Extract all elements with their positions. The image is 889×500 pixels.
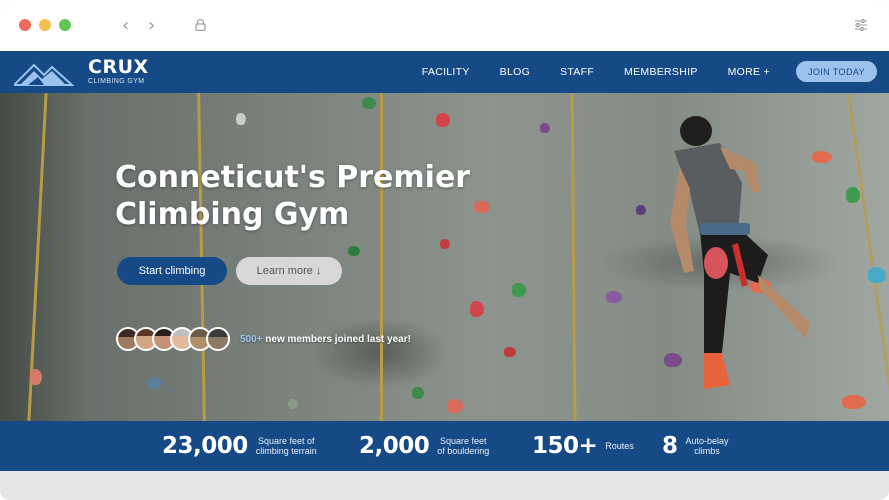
- climbing-hold: [540, 123, 550, 133]
- stat-bouldering: 2,000 Square feet of bouldering: [359, 421, 489, 471]
- nav-item-membership[interactable]: MEMBERSHIP: [624, 66, 698, 78]
- rope: [847, 94, 889, 420]
- stat-terrain: 23,000 Square feet of climbing terrain: [162, 421, 317, 471]
- hero-headline-line-2: Climbing Gym: [115, 197, 350, 232]
- close-window-button[interactable]: [19, 19, 31, 31]
- stat-label-line: climbs: [694, 446, 720, 456]
- nav-item-facility[interactable]: FACILITY: [422, 66, 470, 78]
- stat-label: Square feet of climbing terrain: [256, 436, 317, 456]
- climber-figure: [670, 116, 810, 389]
- climbing-hold: [412, 387, 424, 399]
- stat-label-line: Routes: [605, 441, 634, 451]
- stat-value: 2,000: [359, 433, 430, 459]
- climbing-hold: [148, 377, 162, 389]
- next-section-strip: [0, 471, 889, 500]
- browser-window: ‹ › CRUX CLIMBING GYM FACILITY BLOG STAF…: [0, 0, 889, 500]
- members-count: 500+: [240, 334, 263, 345]
- stat-label-line: climbing terrain: [255, 446, 317, 456]
- stat-value: 8: [662, 433, 678, 459]
- climbing-hold: [362, 97, 376, 109]
- join-today-button[interactable]: JOIN TODAY: [796, 61, 877, 82]
- climbing-hold: [846, 187, 860, 203]
- minimize-window-button[interactable]: [39, 19, 51, 31]
- website: CRUX CLIMBING GYM FACILITY BLOG STAFF ME…: [0, 51, 889, 500]
- climbing-hold: [636, 205, 646, 215]
- hero-headline-line-1: Conneticut's Premier: [115, 160, 471, 195]
- stat-auto-belay: 8 Auto-belay climbs: [662, 421, 729, 471]
- climbing-hold: [512, 283, 526, 297]
- forward-icon[interactable]: ›: [148, 15, 155, 36]
- climbing-hold: [30, 369, 42, 385]
- nav-item-more[interactable]: MORE +: [728, 66, 770, 78]
- nav-item-blog[interactable]: BLOG: [500, 66, 530, 78]
- rope: [380, 93, 383, 421]
- stat-label: Square feet of bouldering: [437, 436, 489, 456]
- rope: [570, 93, 577, 421]
- maximize-window-button[interactable]: [59, 19, 71, 31]
- climbing-hold: [868, 267, 886, 283]
- stat-label-line: Square feet of: [258, 436, 315, 446]
- stat-label: Routes: [605, 441, 634, 451]
- climbing-hold: [436, 113, 450, 127]
- browser-toolbar: ‹ ›: [0, 0, 889, 51]
- stat-label-line: Square feet: [440, 436, 487, 446]
- learn-more-button[interactable]: Learn more ↓: [236, 257, 342, 285]
- crux-logo[interactable]: CRUX CLIMBING GYM: [14, 57, 149, 87]
- stat-routes: 150+ Routes: [532, 421, 634, 471]
- climbing-hold: [288, 399, 298, 409]
- lock-icon: [195, 19, 206, 31]
- members-caption: new members joined last year!: [262, 334, 411, 345]
- climbing-hold: [842, 395, 866, 409]
- climbing-hold: [812, 151, 832, 163]
- climbing-hold: [348, 246, 360, 256]
- climbing-hold: [606, 291, 622, 303]
- climbing-hold: [440, 239, 450, 249]
- stat-value: 150+: [532, 433, 598, 459]
- top-navigation: CRUX CLIMBING GYM FACILITY BLOG STAFF ME…: [0, 51, 889, 93]
- start-climbing-button[interactable]: Start climbing: [117, 257, 227, 285]
- hero-section: Conneticut's Premier Climbing Gym Start …: [0, 93, 889, 421]
- stats-bar: 23,000 Square feet of climbing terrain 2,…: [0, 421, 889, 471]
- stat-label-line: Auto-belay: [685, 436, 729, 446]
- sliders-icon[interactable]: [855, 19, 867, 31]
- nav-item-staff[interactable]: STAFF: [560, 66, 594, 78]
- climbing-hold: [504, 347, 516, 357]
- main-menu: FACILITY BLOG STAFF MEMBERSHIP MORE +: [392, 51, 770, 93]
- avatar: [206, 327, 230, 351]
- member-avatars: [116, 327, 230, 353]
- stat-label-line: of bouldering: [437, 446, 490, 456]
- logo-subtitle: CLIMBING GYM: [88, 77, 145, 85]
- logo-title: CRUX: [88, 55, 149, 78]
- climbing-hold: [447, 399, 463, 413]
- hero-headline: Conneticut's Premier Climbing Gym: [115, 159, 535, 233]
- members-joined-text: 500+ new members joined last year!: [240, 334, 411, 345]
- stat-label: Auto-belay climbs: [686, 436, 729, 456]
- stat-value: 23,000: [162, 433, 248, 459]
- back-icon[interactable]: ‹: [122, 15, 129, 36]
- climbing-hold: [236, 113, 246, 125]
- climbing-hold: [470, 301, 484, 317]
